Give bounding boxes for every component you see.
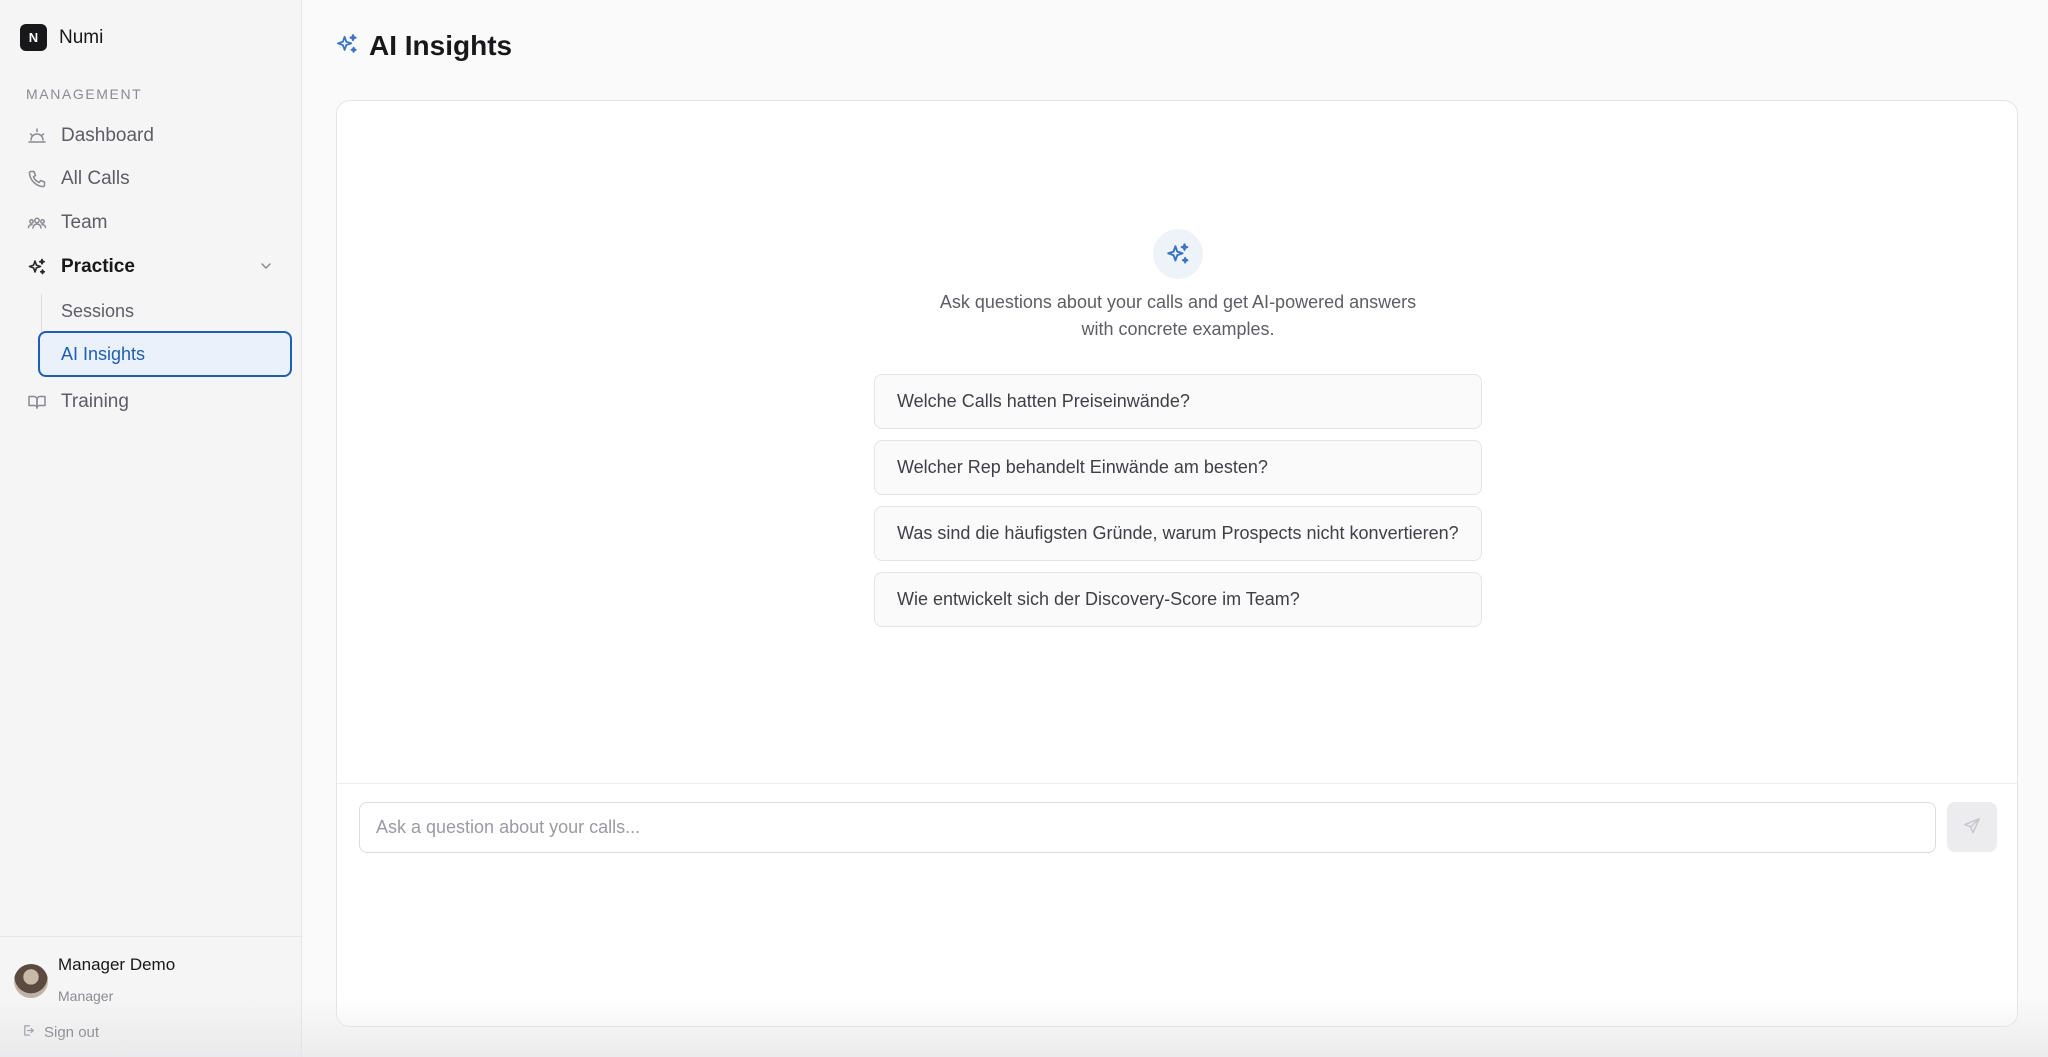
- suggestion-button[interactable]: Welcher Rep behandelt Einwände am besten…: [874, 440, 1482, 495]
- chat-input[interactable]: [359, 802, 1936, 853]
- sign-out-button[interactable]: Sign out: [22, 1024, 99, 1041]
- app-shell: N Numi MANAGEMENT Dashboard All Calls Te…: [0, 0, 2048, 1057]
- send-button[interactable]: [1947, 802, 1997, 852]
- suggestion-button[interactable]: Wie entwickelt sich der Discovery-Score …: [874, 572, 1482, 627]
- suggestion-button[interactable]: Was sind die häufigsten Gründe, warum Pr…: [874, 506, 1482, 561]
- page-title: AI Insights: [369, 30, 513, 61]
- send-icon: [1963, 817, 1981, 838]
- sidebar-item-label: Dashboard: [61, 125, 154, 146]
- sidebar-item-label: Training: [61, 391, 129, 412]
- sidebar-item-label: Practice: [61, 256, 135, 277]
- sidebar-item-practice[interactable]: Practice: [26, 249, 135, 285]
- chat-composer: [337, 783, 2017, 1026]
- book-icon: [26, 391, 48, 413]
- sparkles-icon: [1153, 229, 1203, 279]
- brand[interactable]: N Numi: [20, 24, 103, 51]
- sidebar-subitem-sessions[interactable]: Sessions: [61, 293, 134, 329]
- phone-icon: [26, 168, 48, 190]
- main-content: AI Insights Ask questions about your cal…: [302, 0, 2048, 1057]
- sidebar-footer: Manager Demo Manager Sign out: [0, 936, 302, 1057]
- chat-intro-text: Ask questions about your calls and get A…: [939, 292, 1417, 339]
- sidebar-item-label: All Calls: [61, 168, 130, 189]
- sparkles-icon: [26, 256, 48, 278]
- section-label-management: MANAGEMENT: [26, 86, 143, 102]
- page-header: AI Insights: [335, 30, 512, 62]
- user-role: Manager: [58, 988, 114, 1004]
- sidebar-item-training[interactable]: Training: [26, 384, 129, 420]
- brand-logo: N: [20, 24, 47, 51]
- sidebar-item-label: Team: [61, 212, 108, 233]
- chevron-down-icon[interactable]: [258, 258, 274, 274]
- sidebar-subitem-ai-insights[interactable]: AI Insights: [38, 331, 292, 377]
- sidebar-item-team[interactable]: Team: [26, 205, 107, 241]
- brand-name: Numi: [59, 26, 104, 48]
- suggestion-button[interactable]: Welche Calls hatten Preiseinwände?: [874, 374, 1482, 429]
- suggestion-list: Welche Calls hatten Preiseinwände? Welch…: [874, 374, 1482, 638]
- sidebar-item-all-calls[interactable]: All Calls: [26, 161, 130, 197]
- sidebar-item-dashboard[interactable]: Dashboard: [26, 118, 154, 154]
- sun-icon: [26, 125, 48, 147]
- chat-panel: Ask questions about your calls and get A…: [336, 100, 2018, 1027]
- avatar[interactable]: [14, 964, 48, 998]
- sign-out-label: Sign out: [44, 1024, 100, 1041]
- sign-out-icon: [22, 1024, 35, 1041]
- users-icon: [26, 212, 48, 234]
- sparkles-icon: [335, 32, 359, 61]
- sidebar: N Numi MANAGEMENT Dashboard All Calls Te…: [0, 0, 302, 1057]
- user-name: Manager Demo: [58, 955, 176, 974]
